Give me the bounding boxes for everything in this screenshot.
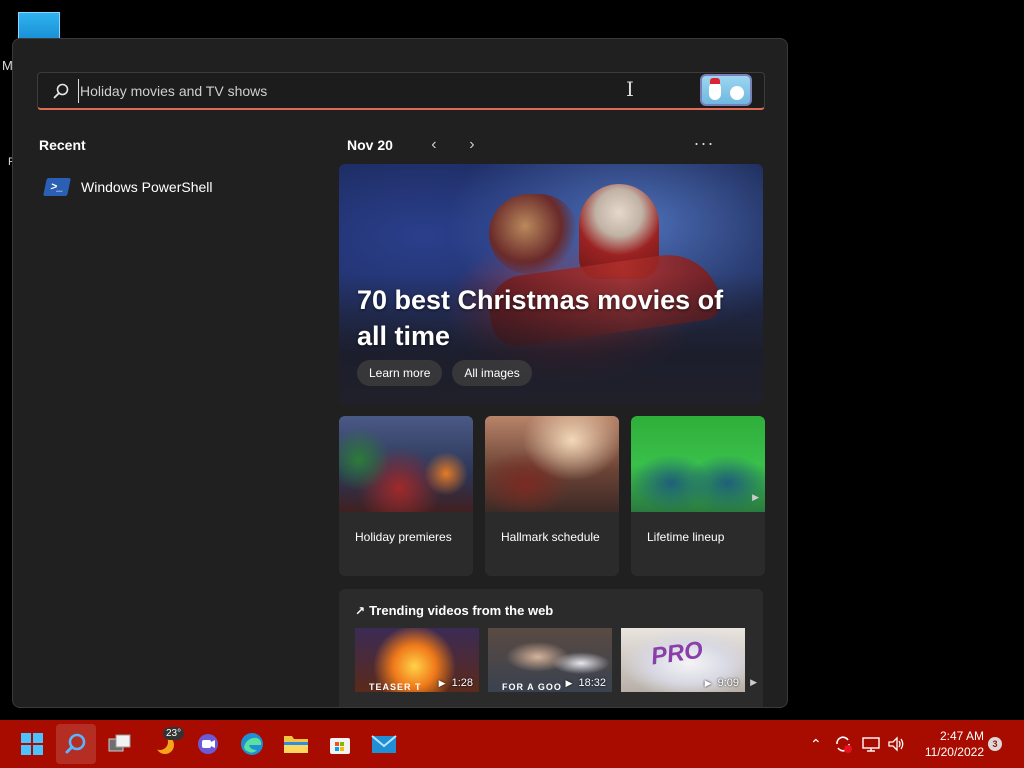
search-icon bbox=[53, 83, 69, 99]
recent-item-powershell[interactable]: >_ Windows PowerShell bbox=[43, 173, 295, 201]
duration-text: 9:09 bbox=[717, 677, 739, 689]
search-taskbar-button[interactable] bbox=[56, 724, 96, 764]
card-thumbnail bbox=[339, 416, 473, 512]
scroll-right-icon[interactable]: ▶ bbox=[752, 492, 759, 503]
trending-heading: ↗ Trending videos from the web bbox=[355, 603, 553, 618]
task-view-button[interactable] bbox=[100, 724, 140, 764]
sync-status-button[interactable] bbox=[833, 720, 853, 768]
edge-button[interactable] bbox=[232, 724, 272, 764]
powershell-icon: >_ bbox=[43, 178, 71, 196]
learn-more-button[interactable]: Learn more bbox=[357, 360, 443, 386]
video-thumbnail[interactable]: FOR A GOO ▶ 18:32 bbox=[488, 628, 612, 692]
volume-icon bbox=[888, 736, 904, 752]
card-lifetime-lineup[interactable]: Lifetime lineup ▶ bbox=[631, 416, 765, 576]
trending-title: Trending videos from the web bbox=[369, 603, 554, 618]
chevron-up-icon: ⌃ bbox=[810, 735, 822, 752]
taskbar: 23° ⌃ 2:47 AM 11/20/2022 3 bbox=[0, 720, 1024, 768]
mail-button[interactable] bbox=[364, 724, 404, 764]
santa-hat-icon bbox=[710, 78, 720, 84]
hero-image-kids bbox=[489, 194, 579, 274]
text-cursor-icon: I bbox=[626, 77, 634, 101]
edge-icon bbox=[241, 733, 263, 755]
card-label: Hallmark schedule bbox=[501, 530, 600, 544]
tray-overflow-button[interactable]: ⌃ bbox=[810, 720, 822, 768]
card-hallmark-schedule[interactable]: Hallmark schedule bbox=[485, 416, 619, 576]
all-images-button[interactable]: All images bbox=[452, 360, 532, 386]
chevron-right-icon[interactable]: › bbox=[453, 136, 491, 154]
search-box[interactable]: I bbox=[37, 72, 765, 110]
desktop-app-icon[interactable] bbox=[18, 12, 60, 40]
chat-icon bbox=[198, 734, 218, 754]
chevron-left-icon[interactable]: ‹ bbox=[415, 136, 453, 154]
recent-item-label: Windows PowerShell bbox=[81, 179, 213, 195]
card-holiday-premieres[interactable]: Holiday premieres bbox=[339, 416, 473, 576]
start-button[interactable] bbox=[12, 724, 52, 764]
highlights-date-row: Nov 20 ‹ › bbox=[347, 136, 491, 154]
volume-button[interactable] bbox=[886, 720, 906, 768]
trending-up-icon: ↗ bbox=[355, 603, 366, 618]
notification-badge[interactable]: 3 bbox=[988, 737, 1002, 751]
mail-icon bbox=[371, 735, 397, 753]
recent-heading: Recent bbox=[39, 137, 86, 153]
snowman-icon bbox=[730, 86, 744, 100]
search-input[interactable] bbox=[78, 79, 638, 103]
hero-title[interactable]: 70 best Christmas movies of all time bbox=[357, 282, 737, 354]
duration-text: 1:28 bbox=[451, 677, 473, 689]
chat-button[interactable] bbox=[188, 724, 228, 764]
card-thumbnail bbox=[631, 416, 765, 512]
task-view-icon bbox=[108, 734, 131, 752]
video-duration: ▶ 9:09 bbox=[705, 677, 739, 689]
clock-date: 11/20/2022 bbox=[924, 745, 984, 759]
play-icon: ▶ bbox=[704, 677, 712, 688]
file-explorer-button[interactable] bbox=[276, 724, 316, 764]
highlights-date: Nov 20 bbox=[347, 137, 393, 153]
network-button[interactable] bbox=[861, 720, 881, 768]
trending-video-list: TEASER T ▶ 1:28 FOR A GOO ▶ 18:32 PRO ▶ … bbox=[355, 628, 745, 692]
more-options-button[interactable]: ··· bbox=[693, 133, 715, 154]
scroll-right-icon[interactable]: ▶ bbox=[750, 677, 757, 688]
start-icon bbox=[21, 733, 43, 755]
trending-videos-section: ↗ Trending videos from the web TEASER T … bbox=[339, 589, 763, 707]
search-highlight-doodle[interactable] bbox=[700, 74, 752, 106]
video-thumbnail[interactable]: PRO ▶ 9:09 bbox=[621, 628, 745, 692]
hero-card[interactable]: 70 best Christmas movies of all time Lea… bbox=[339, 164, 763, 404]
search-icon bbox=[65, 733, 86, 754]
highlight-cards: Holiday premieres Hallmark schedule Life… bbox=[339, 416, 765, 576]
play-icon: ▶ bbox=[438, 677, 446, 688]
clock-time: 2:47 AM bbox=[939, 729, 984, 743]
duration-text: 18:32 bbox=[578, 677, 606, 689]
store-icon bbox=[330, 738, 350, 754]
play-icon: ▶ bbox=[565, 677, 573, 688]
card-thumbnail bbox=[485, 416, 619, 512]
card-label: Lifetime lineup bbox=[647, 530, 725, 544]
video-duration: ▶ 1:28 bbox=[439, 677, 473, 689]
store-button[interactable] bbox=[320, 724, 360, 764]
taskbar-clock[interactable]: 2:47 AM 11/20/2022 bbox=[912, 728, 984, 760]
hero-buttons: Learn more All images bbox=[357, 360, 532, 386]
video-caption: TEASER T bbox=[369, 682, 422, 692]
snowman-icon bbox=[709, 82, 721, 100]
card-label: Holiday premieres bbox=[355, 530, 452, 544]
video-duration: ▶ 18:32 bbox=[566, 677, 606, 689]
network-icon bbox=[862, 737, 880, 752]
search-flyout: I Recent >_ Windows PowerShell Nov 20 ‹ … bbox=[12, 38, 788, 708]
video-caption: FOR A GOO bbox=[502, 682, 562, 692]
video-thumbnail[interactable]: TEASER T ▶ 1:28 bbox=[355, 628, 479, 692]
file-explorer-icon bbox=[284, 736, 308, 753]
weather-temperature: 23° bbox=[163, 727, 185, 740]
sync-error-icon bbox=[836, 736, 852, 753]
video-caption: PRO bbox=[649, 636, 705, 671]
